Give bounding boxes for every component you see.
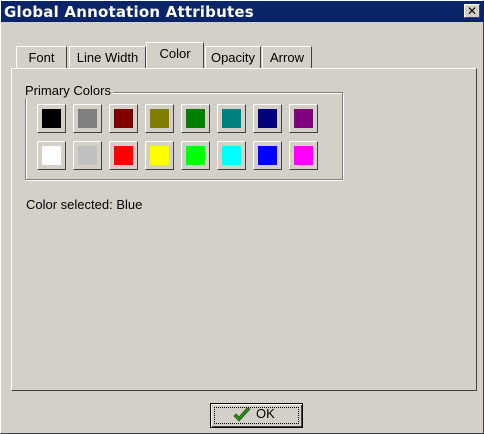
- swatch-color-fill: [186, 146, 205, 165]
- color-swatch-yellow[interactable]: [145, 141, 174, 170]
- close-icon: ✕: [466, 4, 478, 18]
- swatch-color-fill: [294, 146, 313, 165]
- checkmark-icon: [233, 407, 251, 422]
- color-swatch-silver[interactable]: [73, 141, 102, 170]
- color-swatch-lime[interactable]: [181, 141, 210, 170]
- color-tab-panel: Primary Colors Color selected: Blue: [11, 68, 477, 391]
- swatch-color-fill: [42, 109, 61, 128]
- color-swatch-white[interactable]: [37, 141, 66, 170]
- tab-label: Font: [28, 50, 55, 65]
- swatch-color-fill: [150, 109, 169, 128]
- color-swatch-olive[interactable]: [145, 104, 174, 133]
- primary-colors-label: Primary Colors: [23, 83, 113, 98]
- tab-label: Color: [159, 46, 191, 61]
- swatch-color-fill: [114, 146, 133, 165]
- dialog-window: Global Annotation Attributes ✕ Font Line…: [0, 0, 484, 434]
- tab-color[interactable]: Color: [146, 42, 204, 68]
- swatch-color-fill: [222, 109, 241, 128]
- color-swatch-aqua[interactable]: [217, 141, 246, 170]
- color-selected-text: Color selected: Blue: [26, 197, 143, 212]
- tab-opacity[interactable]: Opacity: [205, 46, 261, 68]
- color-swatch-teal[interactable]: [217, 104, 246, 133]
- swatch-color-fill: [258, 109, 277, 128]
- color-swatch-purple[interactable]: [289, 104, 318, 133]
- tab-label: Arrow: [270, 50, 304, 65]
- color-swatch-navy[interactable]: [253, 104, 282, 133]
- ok-label: OK: [256, 406, 275, 421]
- swatch-color-fill: [150, 146, 169, 165]
- swatch-color-fill: [42, 146, 61, 165]
- color-swatch-blue[interactable]: [253, 141, 282, 170]
- tab-line-width[interactable]: Line Width: [69, 46, 146, 68]
- color-swatch-fuchsia[interactable]: [289, 141, 318, 170]
- swatch-color-fill: [258, 146, 277, 165]
- color-swatch-black[interactable]: [37, 104, 66, 133]
- tab-arrow[interactable]: Arrow: [262, 46, 312, 68]
- color-swatch-green[interactable]: [181, 104, 210, 133]
- swatch-color-fill: [114, 109, 133, 128]
- color-swatch-maroon[interactable]: [109, 104, 138, 133]
- tab-label: Line Width: [76, 50, 139, 65]
- primary-colors-group: [25, 92, 343, 180]
- swatch-color-fill: [186, 109, 205, 128]
- window-title: Global Annotation Attributes: [4, 3, 254, 21]
- ok-button[interactable]: OK: [210, 403, 303, 428]
- swatch-color-fill: [78, 146, 97, 165]
- tab-label: Opacity: [210, 50, 256, 65]
- title-bar[interactable]: Global Annotation Attributes ✕: [1, 1, 484, 22]
- color-swatch-red[interactable]: [109, 141, 138, 170]
- tab-font[interactable]: Font: [16, 46, 67, 68]
- swatch-color-fill: [294, 109, 313, 128]
- close-button[interactable]: ✕: [464, 4, 480, 18]
- swatch-color-fill: [222, 146, 241, 165]
- color-swatch-gray[interactable]: [73, 104, 102, 133]
- swatch-color-fill: [78, 109, 97, 128]
